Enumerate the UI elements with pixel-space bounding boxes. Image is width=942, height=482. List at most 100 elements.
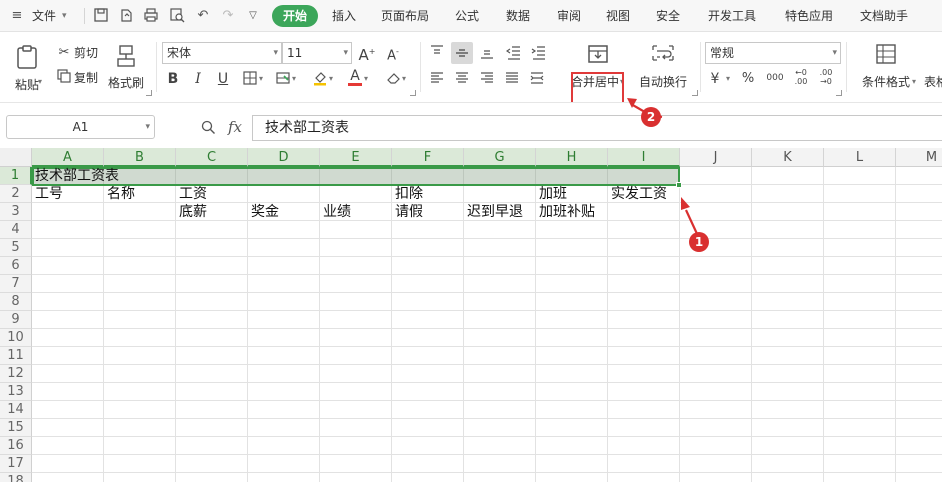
cell-g3[interactable]: 迟到早退 [464,203,523,221]
number-group-launcher[interactable] [836,90,842,96]
row-header-3[interactable]: 3 [0,203,32,221]
bold-button[interactable]: B [164,70,182,88]
cell-c3[interactable]: 底薪 [176,203,207,221]
table-style-button[interactable]: 表格 [924,72,942,92]
tab-developer[interactable]: 开发工具 [708,0,756,32]
font-size-select[interactable]: 11 ▾ [282,42,352,64]
align-right-icon[interactable] [478,70,496,88]
justify-icon[interactable] [503,70,521,88]
number-format-select[interactable]: 常规 ▾ [705,42,841,64]
hamburger-icon[interactable]: ≡ [8,7,26,25]
row-header-13[interactable]: 13 [0,383,32,401]
cell-c2[interactable]: 工资 [176,185,207,203]
cell-d3[interactable]: 奖金 [248,203,279,221]
row-header-9[interactable]: 9 [0,311,32,329]
row-header-5[interactable]: 5 [0,239,32,257]
row-header-18[interactable]: 18 [0,473,32,482]
currency-icon[interactable]: ¥ [706,70,724,88]
row-header-7[interactable]: 7 [0,275,32,293]
print-preview-icon[interactable] [168,7,186,25]
align-center-icon[interactable] [453,70,471,88]
column-header-c[interactable]: C [176,148,248,167]
spreadsheet-grid[interactable]: ABCDEFGHIJKLM 1 2 3 4 5 6 7 8 9 10 11 12 13 14 15 16 17 1… [0,148,942,482]
align-top-icon[interactable] [428,44,446,62]
tab-data[interactable]: 数据 [506,0,530,32]
row-header-2[interactable]: 2 [0,185,32,203]
row-header-6[interactable]: 6 [0,257,32,275]
decrease-indent-icon[interactable] [505,44,523,62]
paste-dropdown-icon[interactable]: ▾ [38,72,42,92]
underline-button[interactable]: U [214,70,232,88]
column-header-d[interactable]: D [248,148,320,167]
align-middle-icon[interactable] [451,42,473,64]
font-color-icon[interactable]: A [346,69,364,87]
tab-doc-assistant[interactable]: 文档助手 [860,0,908,32]
cell-h2[interactable]: 加班 [536,185,567,203]
row-header-1[interactable]: 1 [0,167,32,185]
tab-security[interactable]: 安全 [656,0,680,32]
font-decrease-icon[interactable]: A- [384,43,402,63]
function-wizard-button[interactable]: fx [228,118,242,136]
chevron-down-icon[interactable]: ▾ [912,72,916,92]
tab-page-layout[interactable]: 页面布局 [381,0,429,32]
row-header-10[interactable]: 10 [0,329,32,347]
column-header-m[interactable]: M [896,148,942,167]
thousands-separator-button[interactable]: 000 [763,69,787,87]
increase-decimal-icon[interactable]: ←0.00 [793,68,809,86]
cell-a2[interactable]: 工号 [32,185,63,203]
row-header-14[interactable]: 14 [0,401,32,419]
cell-a1[interactable]: 技术部工资表 [32,167,119,185]
cut-button[interactable]: 剪切 [74,43,98,63]
distributed-icon[interactable] [528,70,546,88]
tab-insert[interactable]: 插入 [332,0,356,32]
clipboard-group-launcher[interactable] [146,90,152,96]
italic-button[interactable]: I [189,70,207,88]
increase-indent-icon[interactable] [530,44,548,62]
format-painter-button[interactable]: 格式刷 [106,44,146,91]
tab-view[interactable]: 视图 [606,0,630,32]
row-header-16[interactable]: 16 [0,437,32,455]
print-icon[interactable] [142,7,160,25]
wrap-text-button[interactable]: 自动换行 [636,42,690,90]
column-header-b[interactable]: B [104,148,176,167]
cell-i2[interactable]: 实发工资 [608,185,667,203]
row-header-11[interactable]: 11 [0,347,32,365]
chevron-down-icon[interactable]: ▾ [364,69,368,89]
chevron-down-icon[interactable]: ▾ [62,0,67,32]
zoom-search-icon[interactable] [200,119,216,139]
save-icon[interactable] [92,7,110,25]
fill-color-icon[interactable] [311,70,329,88]
font-group-launcher[interactable] [410,90,416,96]
eraser-icon[interactable] [384,70,402,88]
percent-button[interactable]: % [739,70,757,88]
select-all-corner[interactable] [0,148,32,167]
column-header-l[interactable]: L [824,148,896,167]
export-icon[interactable] [117,7,135,25]
font-increase-icon[interactable]: A+ [358,43,376,64]
copy-button[interactable]: 复制 [74,68,98,88]
cell-style-icon[interactable] [274,70,292,88]
redo-icon[interactable]: ↷ [219,7,237,25]
formula-input[interactable]: 技术部工资表 [252,115,942,141]
chevron-down-icon[interactable]: ▾ [329,69,333,89]
column-header-g[interactable]: G [464,148,536,167]
conditional-formatting-button[interactable]: 条件格式 [854,42,918,90]
column-header-h[interactable]: H [536,148,608,167]
font-name-select[interactable]: 宋体 ▾ [162,42,282,64]
row-header-15[interactable]: 15 [0,419,32,437]
align-bottom-icon[interactable] [478,44,496,62]
alignment-group-launcher[interactable] [692,90,698,96]
chevron-down-icon[interactable]: ▾ [726,69,730,89]
file-menu[interactable]: 文件 [32,0,56,32]
row-header-12[interactable]: 12 [0,365,32,383]
fill-handle[interactable] [676,182,682,188]
tab-review[interactable]: 审阅 [557,0,581,32]
row-header-8[interactable]: 8 [0,293,32,311]
row-header-17[interactable]: 17 [0,455,32,473]
tab-special-apps[interactable]: 特色应用 [785,0,833,32]
align-left-icon[interactable] [428,70,446,88]
cell-e3[interactable]: 业绩 [320,203,351,221]
column-header-k[interactable]: K [752,148,824,167]
undo-icon[interactable]: ↶ [194,7,212,25]
tab-formulas[interactable]: 公式 [455,0,479,32]
